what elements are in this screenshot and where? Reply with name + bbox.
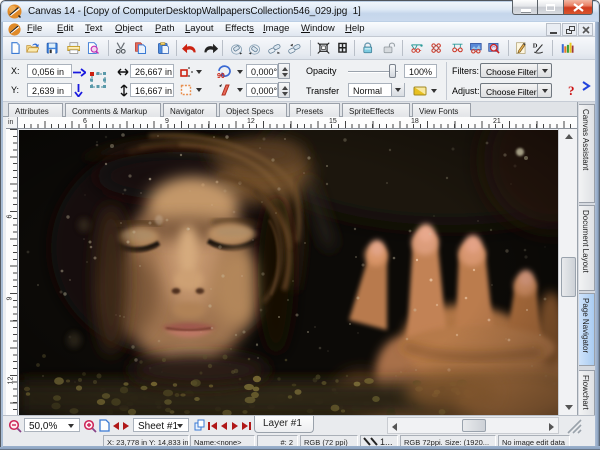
svg-text:1...: 1...: [380, 437, 393, 446]
svg-text:90: 90: [217, 73, 225, 79]
svg-text:D: D: [532, 43, 537, 50]
